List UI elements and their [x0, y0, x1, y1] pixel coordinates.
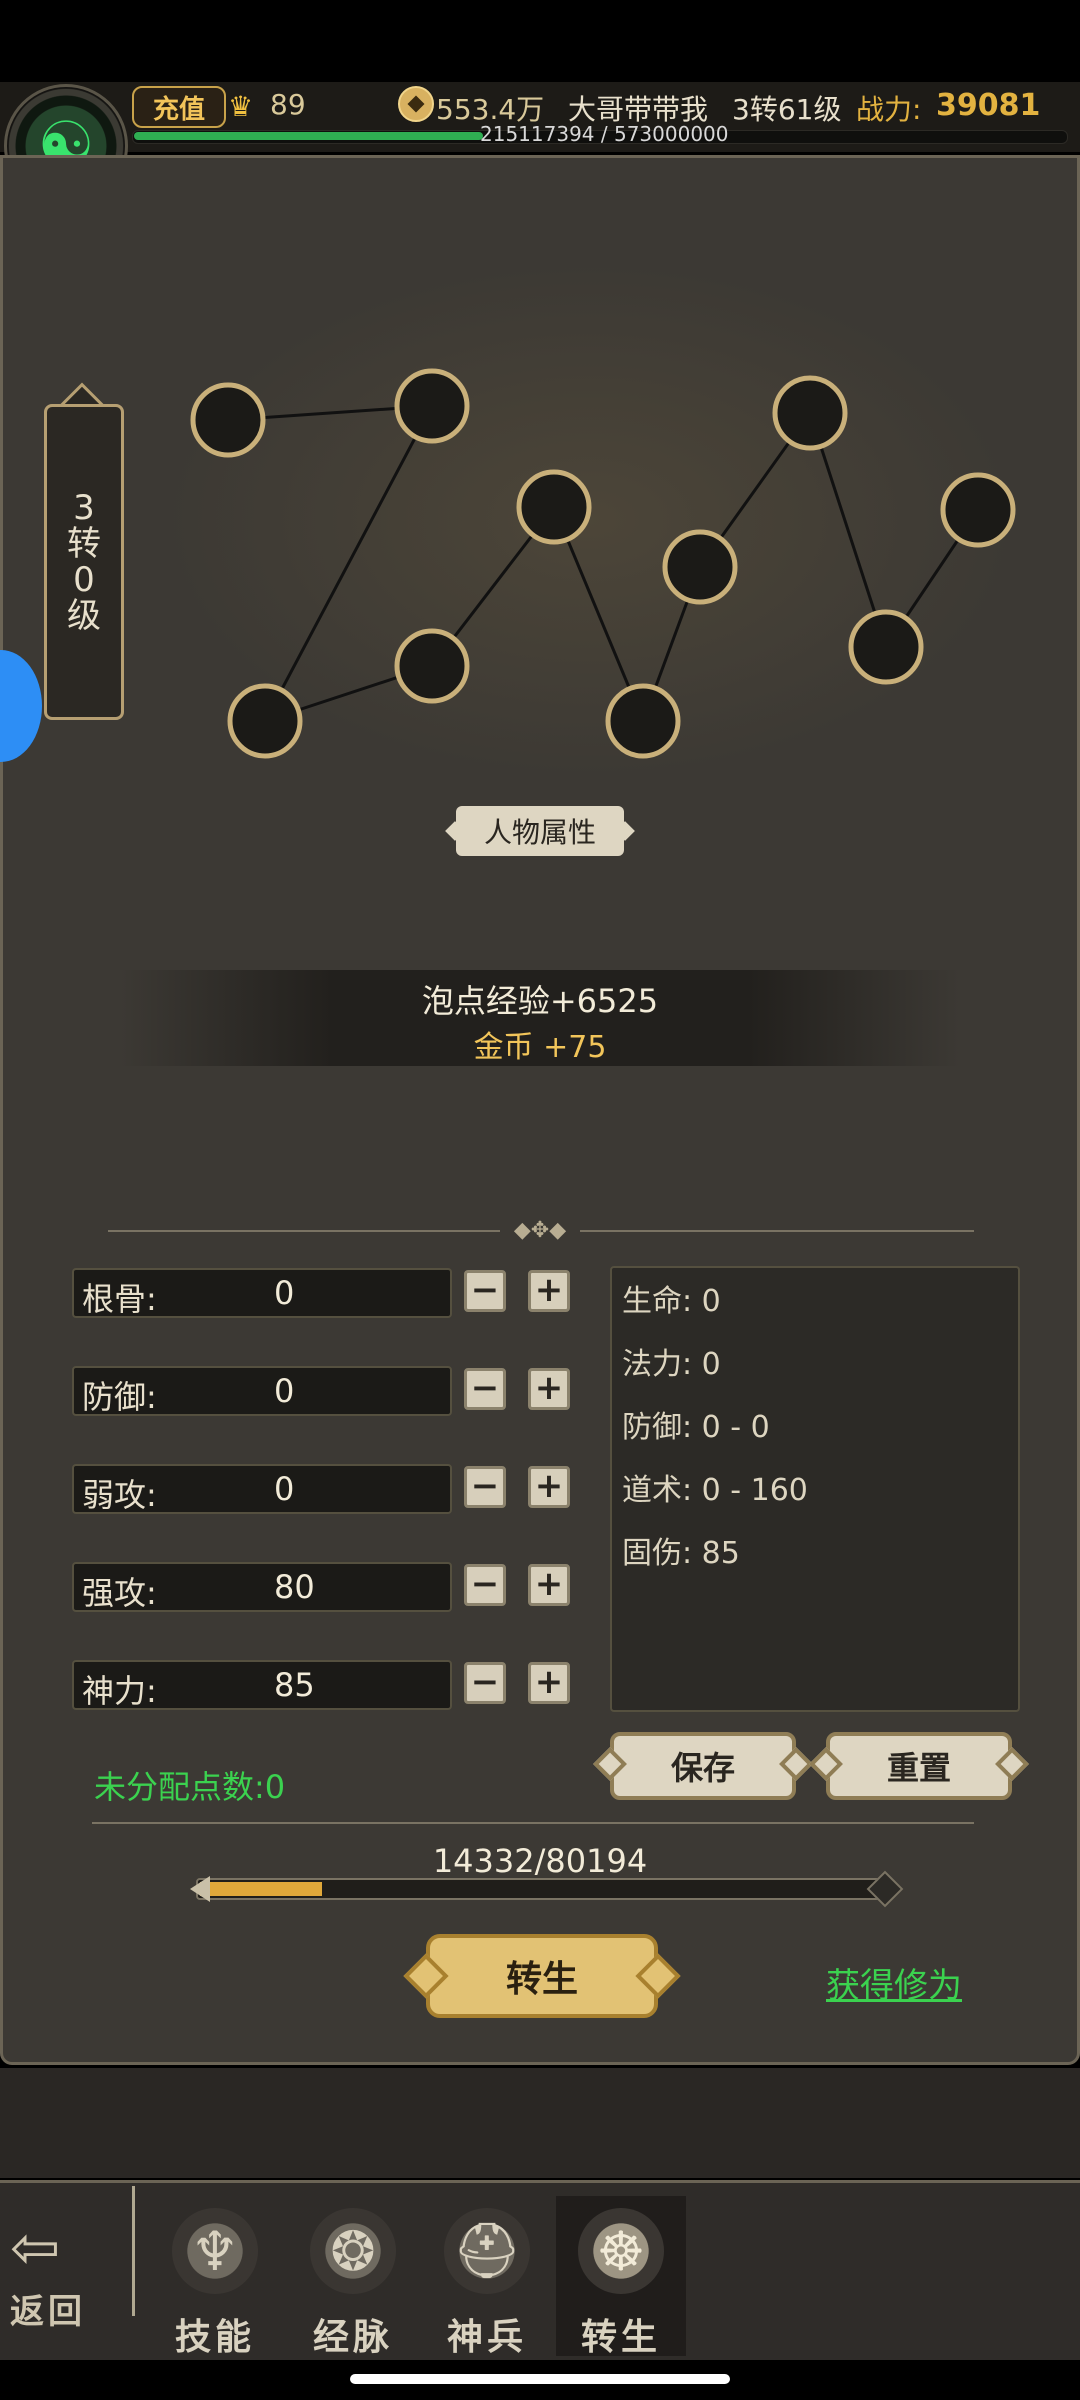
stat-value: 80: [274, 1568, 315, 1606]
divider-ornament: ◆✥◆: [500, 1218, 580, 1244]
stat-label: 根骨:: [82, 1280, 157, 1318]
reward-gold-text: 金币 +75: [473, 1030, 607, 1065]
weapon-icon: ⛑: [444, 2208, 530, 2294]
reset-button[interactable]: 重置: [826, 1732, 1012, 1800]
tab-label: 经脉: [312, 2317, 393, 2358]
home-indicator[interactable]: [350, 2374, 730, 2384]
derived-attributes-box: 生命: 0 法力: 0 防御: 0 - 0 道术: 0 - 160 固伤: 85: [610, 1266, 1020, 1712]
plus-button[interactable]: +: [528, 1368, 570, 1410]
tab-skills[interactable]: ♆ 技能: [150, 2196, 280, 2358]
meridian-node: [940, 472, 1016, 548]
exp-bar-fill: [134, 132, 483, 140]
save-button[interactable]: 保存: [610, 1732, 796, 1800]
minus-button[interactable]: −: [464, 1270, 506, 1312]
meridian-icon: ❂: [310, 2208, 396, 2294]
plus-button[interactable]: +: [528, 1270, 570, 1312]
meridian-node: [190, 382, 266, 458]
meridian-node: [848, 609, 924, 685]
tab-label: 转生: [580, 2317, 661, 2358]
stat-row-strong-attack: 强攻: 80: [72, 1562, 452, 1612]
nav-separator: [132, 2186, 135, 2316]
meridian-node: [227, 683, 303, 759]
meridian-node: [605, 683, 681, 759]
stat-row-gengu: 根骨: 0: [72, 1268, 452, 1318]
rebirth-icon: ☸: [578, 2208, 664, 2294]
stat-value: 0: [274, 1372, 295, 1410]
bar-arrow-left: [190, 1876, 210, 1902]
plus-button[interactable]: +: [528, 1564, 570, 1606]
plus-button[interactable]: +: [528, 1466, 570, 1508]
plus-button[interactable]: +: [528, 1662, 570, 1704]
stat-label: 弱攻:: [82, 1476, 157, 1514]
skill-icon: ♆: [172, 2208, 258, 2294]
reward-exp-text: 泡点经验+6525: [421, 982, 659, 1020]
stat-row-divine-power: 神力: 85: [72, 1660, 452, 1710]
back-label: 返回: [10, 2292, 86, 2332]
stat-value: 0: [274, 1274, 295, 1312]
cultivation-progress-text: 14332/80194: [432, 1842, 648, 1880]
tab-label: 神兵: [446, 2317, 527, 2358]
stat-label: 强攻:: [82, 1574, 157, 1612]
derived-defense: 防御: 0 - 0: [622, 1410, 770, 1445]
meridian-node: [394, 368, 470, 444]
back-arrow-icon: ⇦: [10, 2213, 61, 2283]
stat-value: 85: [274, 1666, 315, 1704]
derived-mp: 法力: 0: [622, 1347, 721, 1382]
stat-label: 防御:: [82, 1378, 157, 1416]
meridian-node: [394, 628, 470, 704]
unallocated-points: 未分配点数:0: [94, 1768, 286, 1806]
derived-taoism: 道术: 0 - 160: [622, 1473, 808, 1508]
ingot-icon: ♛: [228, 90, 254, 123]
meridian-node: [772, 375, 848, 451]
recharge-button[interactable]: 充值: [132, 86, 226, 128]
tab-meridian[interactable]: ❂ 经脉: [288, 2196, 418, 2358]
section-divider: [92, 1822, 974, 1824]
tab-label: 技能: [174, 2317, 255, 2358]
stat-row-weak-attack: 弱攻: 0: [72, 1464, 452, 1514]
tab-divine-weapon[interactable]: ⛑ 神兵: [422, 2196, 552, 2358]
exp-bar-text: 215117394 / 573000000: [480, 122, 729, 146]
tab-rebirth[interactable]: ☸ 转生: [556, 2196, 686, 2358]
power-label: 战力:: [856, 93, 922, 126]
derived-fixed-damage: 固伤: 85: [622, 1536, 740, 1571]
character-attributes-tag[interactable]: 人物属性: [456, 806, 624, 856]
minus-button[interactable]: −: [464, 1368, 506, 1410]
minus-button[interactable]: −: [464, 1466, 506, 1508]
player-level: 3转61级: [732, 93, 842, 126]
coin-icon: [398, 86, 434, 122]
rebirth-button[interactable]: 转生: [426, 1934, 658, 2018]
panel-footer-gap: [0, 2068, 1080, 2178]
minus-button[interactable]: −: [464, 1564, 506, 1606]
meridian-node: [516, 469, 592, 545]
stat-row-defense: 防御: 0: [72, 1366, 452, 1416]
rebirth-constellation: [190, 368, 1016, 759]
ingot-count: 89: [270, 88, 306, 121]
get-cultivation-link[interactable]: 获得修为: [826, 1958, 962, 2007]
meridian-node: [662, 529, 738, 605]
derived-hp: 生命: 0: [622, 1284, 721, 1319]
stat-value: 0: [274, 1470, 295, 1508]
minus-button[interactable]: −: [464, 1662, 506, 1704]
cultivation-bar-fill: [200, 1882, 322, 1896]
stat-label: 神力:: [82, 1672, 157, 1710]
power-value: 39081: [936, 88, 1041, 123]
